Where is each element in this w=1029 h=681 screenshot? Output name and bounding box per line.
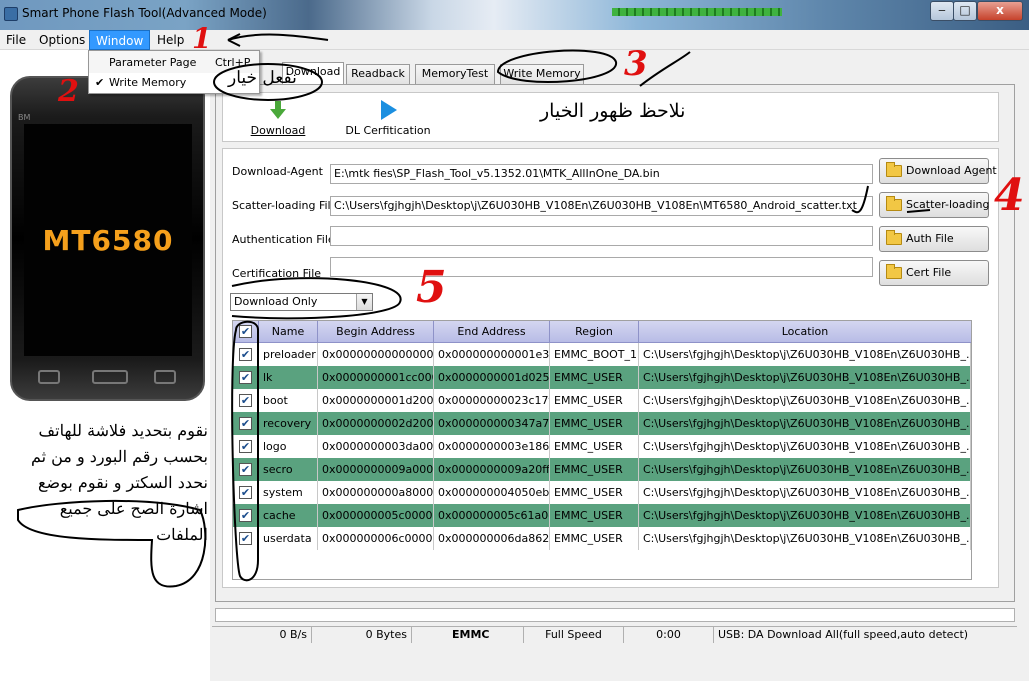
annotation-instructions: نقوم بتحديد فلاشة للهاتف بحسب رقم البورد… xyxy=(4,418,208,548)
instructions-line-4: اشارة الصح على جميع xyxy=(59,499,208,518)
instructions-line-5: الملفات xyxy=(156,525,208,544)
annotation-notice-option: نلاحظ ظهور الخيار xyxy=(540,100,686,122)
annotation-enable-option: نفعل خيار xyxy=(228,68,297,88)
instructions-line-3: نحدد السكتر و نقوم بوضع xyxy=(38,473,208,492)
annotation-number-2: 2 xyxy=(58,74,79,109)
annotation-number-5: 5 xyxy=(416,262,447,313)
annotation-number-3: 3 xyxy=(624,44,648,84)
instructions-line-2: بحسب رقم البورد و من ثم xyxy=(30,447,208,466)
annotation-strokes xyxy=(17,33,931,588)
annotation-number-1: 1 xyxy=(192,22,212,55)
instructions-line-1: نقوم بتحديد فلاشة للهاتف xyxy=(38,421,208,440)
annotation-number-4: 4 xyxy=(994,170,1025,221)
